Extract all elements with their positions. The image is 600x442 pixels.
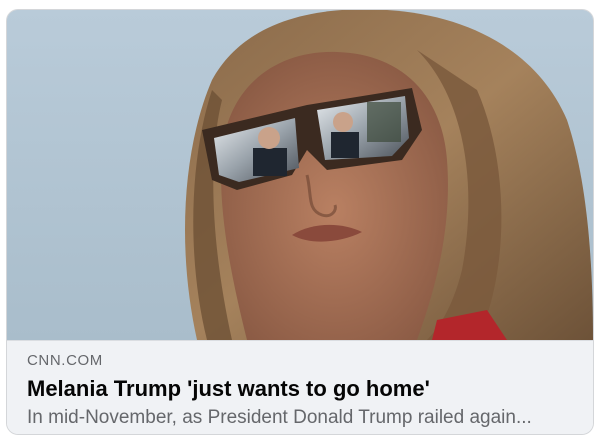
article-thumbnail-image[interactable] xyxy=(7,10,593,340)
article-description: In mid-November, as President Donald Tru… xyxy=(27,407,532,428)
link-preview-meta[interactable]: CNN.COM Melania Trump 'just wants to go … xyxy=(7,340,593,434)
link-preview-card[interactable]: CNN.COM Melania Trump 'just wants to go … xyxy=(6,9,594,435)
source-domain: CNN.COM xyxy=(27,352,103,369)
article-title[interactable]: Melania Trump 'just wants to go home' xyxy=(27,375,573,402)
